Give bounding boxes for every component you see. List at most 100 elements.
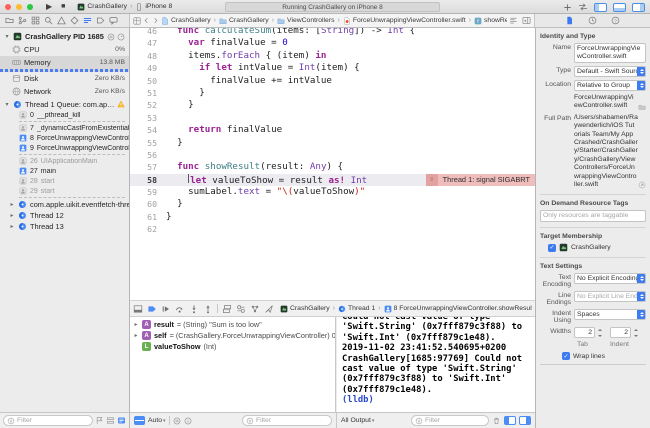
code-line[interactable]: 49 if let intValue = Int(item) { <box>130 62 535 74</box>
code-line[interactable]: 50 finalValue += intValue <box>130 75 535 87</box>
line-number[interactable]: 46 <box>130 28 166 37</box>
code-line[interactable]: 58 let valueToShow = result as! Int≡Thre… <box>130 174 535 186</box>
jumpbar-crumb[interactable]: CrashGallery <box>219 17 269 25</box>
gauge-row-network[interactable]: NetworkZero KB/s <box>0 85 129 98</box>
code-line[interactable]: 62 <box>130 223 535 235</box>
hide-debug-area-button[interactable] <box>133 304 143 314</box>
line-number[interactable]: 52 <box>130 99 166 111</box>
disclosure-icon[interactable]: ▸ <box>133 321 139 328</box>
variables-filter-input[interactable]: Filter <box>242 415 332 426</box>
type-dropdown[interactable]: Default - Swift Source <box>574 66 646 77</box>
variable-row[interactable]: ▸Aself= (CrashGallery.ForceUnwrappingVie… <box>130 330 335 341</box>
continue-button[interactable] <box>161 304 171 314</box>
toggle-inspectors-button[interactable] <box>632 3 645 12</box>
odr-tags-input[interactable]: Only resources are taggable <box>540 210 646 222</box>
code-line[interactable]: 59 sumLabel.text = "\(valueToShow)" <box>130 186 535 198</box>
encoding-dropdown[interactable]: No Explicit Encoding <box>574 273 646 284</box>
thread-group-row[interactable]: ▾Thread 1 Queue: com.ap…in-thread (seria… <box>0 98 129 110</box>
step-over-button[interactable] <box>175 304 185 314</box>
inspector-tab-file-inspector[interactable] <box>565 16 574 25</box>
line-number[interactable]: 48 <box>130 50 166 62</box>
line-number[interactable]: 61 <box>130 211 166 223</box>
debug-crumb[interactable]: 8 ForceUnwrappingViewController.showResu… <box>384 305 532 313</box>
target-checkbox[interactable]: ✓ <box>548 244 556 252</box>
navigator-tab-issues[interactable] <box>57 16 66 25</box>
wrap-lines-checkbox[interactable]: ✓ <box>562 352 570 360</box>
stack-frame-row[interactable]: 8ForceUnwrappingViewController.showR <box>0 133 129 143</box>
gauge-row-memory[interactable]: Memory13.8 MB <box>0 56 129 69</box>
lineendings-dropdown[interactable]: No Explicit Line Endings <box>574 291 646 302</box>
close-window-icon[interactable] <box>5 4 11 10</box>
line-number[interactable]: 62 <box>130 223 166 235</box>
stack-frame-row[interactable]: 29start <box>0 186 129 196</box>
line-number[interactable]: 51 <box>130 87 166 99</box>
run-button[interactable]: ▶ <box>46 0 52 14</box>
stack-frame-row[interactable]: 28start <box>0 176 129 186</box>
navigator-tab-symbols[interactable] <box>31 16 40 25</box>
gauge-row-disk[interactable]: DiskZero KB/s <box>0 72 129 85</box>
breakpoints-toggle-button[interactable] <box>147 304 157 314</box>
jumpbar-crumb[interactable]: fshowResult(result:) <box>474 17 507 25</box>
code-line[interactable]: 54 return finalValue <box>130 124 535 136</box>
line-number[interactable]: 54 <box>130 124 166 136</box>
step-into-button[interactable] <box>189 304 199 314</box>
simulate-location-button[interactable] <box>264 304 274 314</box>
code-line[interactable]: 47 var finalValue = 0 <box>130 37 535 49</box>
line-number[interactable]: 50 <box>130 75 166 87</box>
name-field[interactable]: ForceUnwrappingViewController.swift <box>574 43 646 63</box>
memory-graph-button[interactable] <box>250 304 260 314</box>
inspector-tab-history-inspector[interactable] <box>588 16 597 25</box>
stack-frame-row[interactable]: 27main <box>0 166 129 176</box>
navigator-tab-tests[interactable] <box>70 16 79 25</box>
line-number[interactable]: 55 <box>130 137 166 149</box>
lldb-prompt[interactable]: (lldb) <box>342 395 535 405</box>
code-line[interactable]: 51 } <box>130 87 535 99</box>
navigator-tab-search[interactable] <box>44 16 53 25</box>
stack-frame-row[interactable]: 7_dynamicCastFromExistential(swift: Op <box>0 123 129 133</box>
debug-crumb[interactable]: CrashGallery <box>280 305 330 313</box>
code-line[interactable]: 52 } <box>130 99 535 111</box>
thread-row[interactable]: ▸Thread 12 <box>0 210 129 221</box>
minimize-window-icon[interactable] <box>16 4 22 10</box>
stack-frame-row[interactable]: 26UIApplicationMain <box>0 156 129 166</box>
indent-using-dropdown[interactable]: Spaces <box>574 309 646 320</box>
code-line[interactable]: 56 <box>130 149 535 161</box>
variable-row[interactable]: ▸Aresult= (String) "Sum is too low" <box>130 319 335 330</box>
line-number[interactable]: 59 <box>130 186 166 198</box>
line-number[interactable]: 53 <box>130 112 166 124</box>
disclosure-icon[interactable]: ▸ <box>133 332 139 339</box>
navigator-tab-source-control[interactable] <box>18 16 27 25</box>
line-number[interactable]: 60 <box>130 198 166 210</box>
source-editor[interactable]: 46 func calculateSum(items: [String]) ->… <box>130 28 535 300</box>
show-variables-panel-icon[interactable] <box>504 416 516 425</box>
code-line[interactable]: 53 <box>130 112 535 124</box>
thread-row[interactable]: ▸Thread 13 <box>0 221 129 232</box>
stop-button[interactable]: ■ <box>61 0 65 14</box>
navigator-tab-breakpoints[interactable] <box>96 16 105 25</box>
indent-width-stepper[interactable]: 2 <box>610 327 640 338</box>
variable-row[interactable]: LvalueToShow(Int) <box>130 341 335 352</box>
console-output[interactable]: Could not cast value of type'Swift.Strin… <box>337 317 535 412</box>
zoom-window-icon[interactable] <box>27 4 33 10</box>
line-number[interactable]: 57 <box>130 161 166 173</box>
toggle-debug-area-button[interactable] <box>613 3 626 12</box>
navigator-filter-input[interactable]: Filter <box>3 415 93 426</box>
debug-crumb[interactable]: Thread 1 <box>338 305 375 313</box>
error-annotation[interactable]: ≡Thread 1: signal SIGABRT <box>426 174 535 185</box>
gauge-row-cpu[interactable]: CPU0% <box>0 43 129 56</box>
scheme-selector[interactable]: CrashGallery › iPhone 8 <box>77 3 172 11</box>
variables-scope-popup[interactable]: Auto ▾ <box>148 417 166 424</box>
jumpbar-crumb[interactable]: ForceUnwrappingViewController.swift <box>343 17 466 25</box>
line-number[interactable]: 47 <box>130 37 166 49</box>
stack-frame-row[interactable]: 0__pthread_kill <box>0 110 129 120</box>
stack-frame-row[interactable]: 9ForceUnwrappingViewController.calcul <box>0 143 129 153</box>
navigator-tab-project[interactable] <box>5 16 14 25</box>
process-row[interactable]: ▾CrashGallery PID 1685 <box>0 30 129 43</box>
line-number[interactable]: 49 <box>130 62 166 74</box>
environment-overrides-button[interactable] <box>236 304 246 314</box>
step-out-button[interactable] <box>203 304 213 314</box>
line-number[interactable]: 56 <box>130 149 166 161</box>
code-line[interactable]: 61} <box>130 211 535 223</box>
jumpbar-crumb[interactable]: ViewControllers <box>277 17 334 25</box>
navigator-tab-debug[interactable] <box>83 16 92 25</box>
